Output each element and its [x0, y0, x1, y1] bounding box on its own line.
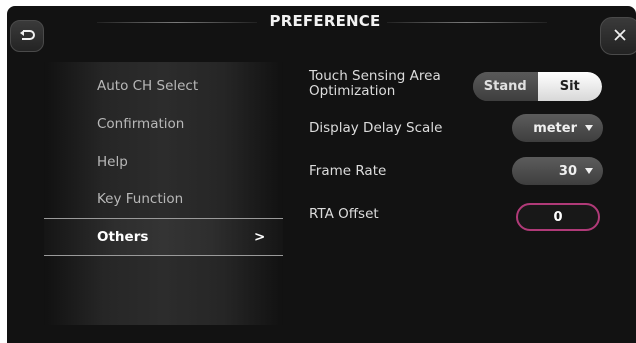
- sidebar-item-auto-ch-select[interactable]: Auto CH Select: [44, 68, 283, 104]
- sidebar: Auto CH Select Confirmation Help Key Fun…: [44, 62, 283, 325]
- preference-window: PREFERENCE Auto CH Select Confirmation H…: [7, 6, 636, 343]
- sidebar-item-label: Help: [97, 154, 128, 170]
- rta-offset-field[interactable]: 0: [516, 203, 600, 231]
- sidebar-item-confirmation[interactable]: Confirmation: [44, 106, 283, 142]
- toggle-option-stand[interactable]: Stand: [473, 72, 538, 101]
- touch-sensing-toggle[interactable]: Stand Sit: [473, 72, 602, 101]
- display-delay-scale-dropdown[interactable]: meter: [512, 114, 603, 142]
- rta-offset-label: RTA Offset: [309, 206, 379, 222]
- close-icon: [613, 27, 627, 46]
- sidebar-item-help[interactable]: Help: [44, 144, 283, 180]
- sidebar-item-label: Key Function: [97, 191, 184, 207]
- touch-sensing-label: Touch Sensing Area Optimization: [309, 69, 441, 99]
- sidebar-item-key-function[interactable]: Key Function: [44, 181, 283, 217]
- sidebar-item-label: Others: [97, 229, 149, 245]
- sidebar-item-label: Auto CH Select: [97, 78, 199, 94]
- dropdown-value: 30: [558, 163, 577, 179]
- chevron-right-icon: >: [254, 229, 266, 245]
- back-arrow-icon: [19, 29, 35, 43]
- sidebar-item-others[interactable]: Others >: [44, 218, 283, 256]
- title-divider-right: [387, 22, 547, 23]
- title-divider-left: [97, 22, 257, 23]
- toggle-option-sit[interactable]: Sit: [537, 72, 602, 101]
- back-button[interactable]: [10, 20, 44, 52]
- sidebar-item-label: Confirmation: [97, 116, 185, 132]
- chevron-down-icon: [585, 168, 593, 174]
- display-delay-scale-label: Display Delay Scale: [309, 120, 443, 136]
- page-title: PREFERENCE: [269, 12, 381, 30]
- touch-sensing-label-line2: Optimization: [309, 83, 396, 99]
- frame-rate-label: Frame Rate: [309, 163, 387, 179]
- dropdown-value: meter: [533, 120, 577, 136]
- touch-sensing-label-line1: Touch Sensing Area: [309, 68, 441, 84]
- frame-rate-dropdown[interactable]: 30: [512, 157, 603, 185]
- chevron-down-icon: [585, 125, 593, 131]
- close-button[interactable]: [600, 17, 636, 55]
